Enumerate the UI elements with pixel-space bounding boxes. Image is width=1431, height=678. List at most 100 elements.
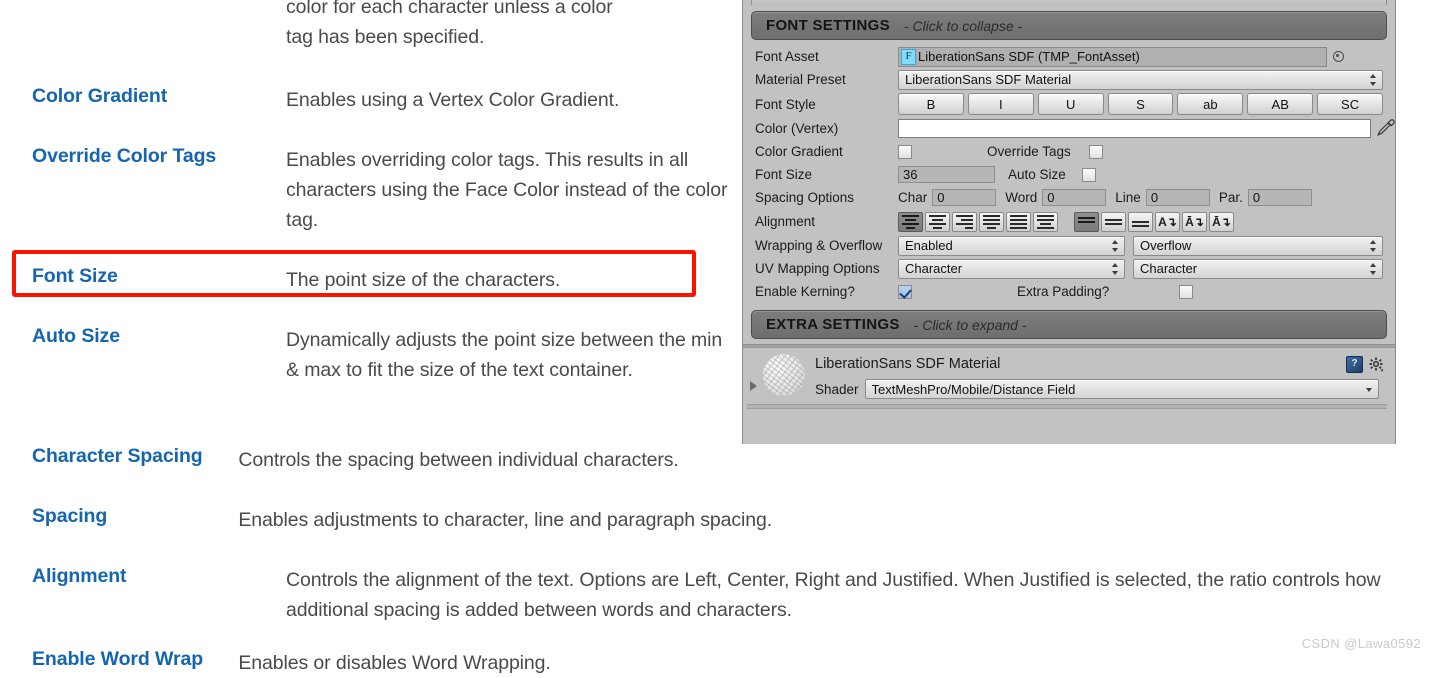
font-style-strikethrough-button[interactable]: S [1107,93,1174,115]
gear-icon[interactable] [1369,356,1385,373]
previous-section-stub [751,0,1387,5]
kerning-label: Enable Kerning? [755,284,855,299]
align-flush-icon[interactable] [1006,211,1031,232]
color-gradient-label: Color Gradient [755,144,843,159]
font-size-label: Font Size [755,167,813,182]
align-right-icon[interactable] [952,211,977,232]
row-font-asset: Font Asset F LiberationSans SDF (TMP_Fon… [743,45,1395,68]
font-settings-title: FONT SETTINGS [766,17,890,34]
chevron-updown-icon [1111,239,1120,252]
align-midline-icon[interactable]: Ā↴ [1182,211,1207,232]
font-style-lowercase-button[interactable]: ab [1177,93,1244,115]
extra-padding-checkbox[interactable] [1179,284,1194,299]
wrapping-dropdown[interactable]: Enabled [898,235,1125,256]
auto-size-checkbox[interactable] [1081,167,1096,182]
font-size-input[interactable]: 36 [898,166,995,183]
font-style-underline-button[interactable]: U [1037,93,1104,115]
material-preset-label: Material Preset [755,72,846,87]
spacing-char-label: Char [898,190,928,205]
help-book-icon[interactable]: ? [1346,356,1363,373]
extra-padding-label: Extra Padding? [1017,284,1110,299]
material-foldout-arrow-icon[interactable] [747,381,763,391]
font-asset-value: LiberationSans SDF (TMP_FontAsset) [918,49,1140,64]
shader-value: TextMeshPro/Mobile/Distance Field [871,381,1076,397]
material-preset-dropdown[interactable]: LiberationSans SDF Material [898,69,1383,90]
doc-continuation-line-1: color for each character unless a color [286,0,613,18]
uv-horizontal-dropdown[interactable]: Character [898,258,1125,279]
material-bottom-divider [747,404,1387,409]
circle-select-icon[interactable] [1330,51,1347,62]
font-style-label: Font Style [755,96,816,112]
row-material-preset: Material Preset LiberationSans SDF Mater… [743,68,1395,91]
row-uv-mapping: UV Mapping Options Character Character [743,257,1395,280]
chevron-updown-icon [1111,262,1120,275]
override-tags-label: Override Tags [987,144,1071,159]
align-geometry-icon[interactable] [1033,211,1058,232]
color-vertex-swatch[interactable] [898,119,1371,138]
eyedropper-icon[interactable] [1375,118,1395,139]
doc-desc: Enables adjustments to character, line a… [238,509,773,531]
spacing-line-label: Line [1115,190,1141,205]
material-inspector: LiberationSans SDF Material Shader TextM… [743,347,1395,415]
font-style-italic-button[interactable]: I [967,93,1034,115]
doc-desc: Enables overriding color tags. This resu… [286,149,728,231]
align-top-icon[interactable] [1074,211,1099,232]
doc-entry-character-spacing: Character Spacing Controls the spacing b… [32,445,1132,475]
font-asset-label: Font Asset [755,49,819,64]
extra-settings-header[interactable]: EXTRA SETTINGS - Click to expand - [751,310,1387,339]
font-settings-header[interactable]: FONT SETTINGS - Click to collapse - [751,11,1387,40]
shader-label: Shader [815,381,859,397]
align-middle-icon[interactable] [1101,211,1126,232]
spacing-options-label: Spacing Options [755,190,855,205]
row-color-vertex: Color (Vertex) [743,117,1395,140]
spacing-line-input[interactable]: 0 [1145,189,1210,206]
overflow-value: Overflow [1140,238,1192,253]
doc-entry-color-gradient: Color Gradient Enables using a Vertex Co… [32,85,732,115]
extra-settings-hint: - Click to expand - [913,316,1027,333]
row-font-size: Font Size 36 Auto Size [743,163,1395,186]
unity-inspector-panel: FONT SETTINGS - Click to collapse - Font… [742,0,1396,444]
font-style-uppercase-button[interactable]: AB [1247,93,1314,115]
uv-horizontal-value: Character [905,261,963,276]
font-style-smallcaps-button[interactable]: SC [1317,93,1384,115]
align-baseline-icon[interactable]: A↴ [1155,211,1180,232]
extra-settings-title: EXTRA SETTINGS [766,316,900,333]
uv-vertical-dropdown[interactable]: Character [1133,258,1383,279]
wrapping-value: Enabled [905,238,953,253]
doc-term: Font Size [32,265,118,287]
font-asset-field[interactable]: F LiberationSans SDF (TMP_FontAsset) [898,46,1327,67]
spacing-word-input[interactable]: 0 [1042,189,1107,206]
kerning-checkbox[interactable] [898,284,912,299]
chevron-updown-icon [1369,239,1378,252]
doc-term: Color Gradient [32,85,168,107]
font-settings-hint: - Click to collapse - [903,17,1023,34]
spacing-par-label: Par. [1218,190,1243,205]
auto-size-label: Auto Size [1008,167,1066,182]
alignment-label: Alignment [755,214,816,229]
chevron-updown-icon [1369,262,1378,275]
material-name: LiberationSans SDF Material [815,356,1001,372]
align-capline-icon[interactable]: Ā↴ [1209,211,1234,232]
doc-desc: Enables using a Vertex Color Gradient. [286,89,620,111]
align-center-icon[interactable] [925,211,950,232]
spacing-par-input[interactable]: 0 [1247,189,1312,206]
doc-term: Auto Size [32,325,120,347]
color-gradient-checkbox[interactable] [898,144,912,159]
doc-entry-override-color-tags: Override Color Tags Enables overriding c… [32,145,732,235]
font-style-bold-button[interactable]: B [898,93,964,115]
override-tags-checkbox[interactable] [1088,144,1103,159]
align-bottom-icon[interactable] [1128,211,1153,232]
row-font-style: Font Style B I U S ab AB SC [743,91,1395,117]
row-kerning: Enable Kerning? Extra Padding? [743,280,1395,303]
chevron-updown-icon [1369,73,1378,86]
doc-continuation: color for each character unless a color … [286,0,732,52]
align-left-icon[interactable] [898,211,923,232]
uv-mapping-label: UV Mapping Options [755,261,880,276]
spacing-char-input[interactable]: 0 [932,189,997,206]
align-justified-icon[interactable] [979,211,1004,232]
shader-dropdown[interactable]: TextMeshPro/Mobile/Distance Field [864,379,1379,399]
watermark: CSDN @Lawa0592 [1301,636,1421,651]
doc-term: Spacing [32,505,108,527]
row-alignment: Alignment A↴ Ā↴ Ā↴ [743,209,1395,234]
overflow-dropdown[interactable]: Overflow [1133,235,1383,256]
